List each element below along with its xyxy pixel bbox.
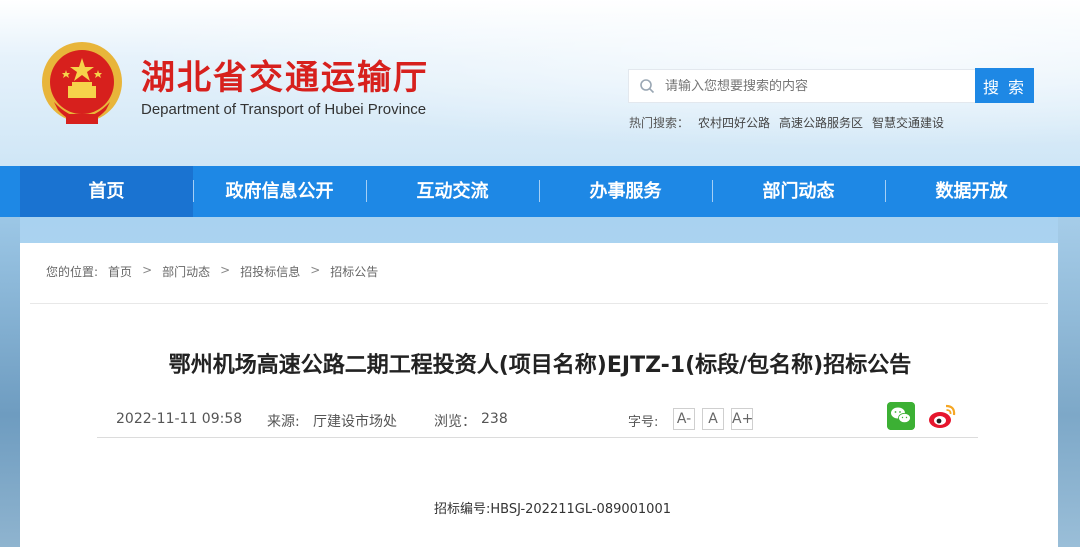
hot-search-item[interactable]: 智慧交通建设 — [872, 114, 944, 131]
article-date: 2022-11-11 09:58 — [116, 411, 243, 427]
hot-search: 热门搜索： 农村四好公路 高速公路服务区 智慧交通建设 — [629, 114, 944, 131]
nav-item-dept-news[interactable]: 部门动态 — [712, 166, 885, 217]
wechat-share-icon[interactable] — [887, 402, 915, 430]
nav-item-open-data[interactable]: 数据开放 — [885, 166, 1058, 217]
article-views: 238 — [481, 411, 508, 427]
breadcrumb-label: 您的位置: — [46, 265, 99, 279]
hot-search-item[interactable]: 农村四好公路 — [698, 114, 770, 131]
breadcrumb-item-bidding-info[interactable]: 招投标信息 — [240, 263, 300, 280]
breadcrumb-item-bid-notice[interactable]: 招标公告 — [330, 263, 378, 280]
breadcrumb-separator: > — [142, 263, 153, 277]
divider — [30, 303, 1048, 304]
site-title: 湖北省交通运输厅 — [141, 58, 429, 98]
breadcrumb-separator: > — [310, 263, 321, 277]
breadcrumb-item-dept-news[interactable]: 部门动态 — [162, 263, 210, 280]
font-size-decrease-button[interactable]: A- — [673, 408, 695, 430]
search-button[interactable]: 搜 索 — [975, 68, 1034, 103]
article-title: 鄂州机场高速公路二期工程投资人(项目名称)EJTZ-1(标段/包名称)招标公告 — [168, 353, 912, 378]
font-size-increase-button[interactable]: A+ — [731, 408, 753, 430]
hot-search-item[interactable]: 高速公路服务区 — [779, 114, 863, 131]
font-size-normal-button[interactable]: A — [702, 408, 724, 430]
article-source: 厅建设市场处 — [313, 414, 397, 430]
site-subtitle: Department of Transport of Hubei Provinc… — [141, 101, 427, 118]
article-views-label: 浏览： — [434, 414, 476, 430]
bid-number: 招标编号:HBSJ-202211GL-089001001 — [433, 502, 671, 517]
breadcrumb: 您的位置: 首页 > 部门动态 > 招投标信息 > 招标公告 — [46, 263, 378, 280]
font-size-label: 字号: — [628, 415, 659, 430]
search-box — [628, 69, 976, 103]
national-emblem-icon — [42, 42, 122, 124]
search-icon — [640, 79, 655, 94]
main-nav: 首页 政府信息公开 互动交流 办事服务 部门动态 数据开放 — [0, 166, 1080, 217]
weibo-share-icon[interactable] — [927, 402, 957, 430]
nav-item-services[interactable]: 办事服务 — [539, 166, 712, 217]
nav-item-home[interactable]: 首页 — [20, 166, 193, 217]
nav-item-interaction[interactable]: 互动交流 — [366, 166, 539, 217]
divider — [97, 437, 978, 438]
search-input[interactable] — [665, 78, 955, 94]
nav-item-gov-info[interactable]: 政府信息公开 — [193, 166, 366, 217]
site-header: 湖北省交通运输厅 Department of Transport of Hube… — [0, 0, 1080, 166]
hot-search-label: 热门搜索： — [629, 116, 690, 130]
article-source-label: 来源: — [267, 414, 300, 430]
breadcrumb-item-home[interactable]: 首页 — [108, 263, 132, 280]
breadcrumb-separator: > — [220, 263, 231, 277]
